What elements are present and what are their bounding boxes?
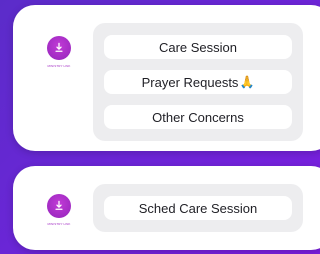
- top-avatar-wrap: MINISTRY LINK: [39, 36, 79, 68]
- bottom-options-box: Sched Care Session: [93, 184, 303, 232]
- top-card: MINISTRY LINK Care Session Prayer Reques…: [13, 5, 320, 151]
- bottom-avatar-wrap: MINISTRY LINK: [39, 194, 79, 226]
- option-label: Prayer Requests: [141, 74, 239, 90]
- top-options-box: Care Session Prayer Requests 🙏 Other Con…: [93, 23, 303, 141]
- option-label: Other Concerns: [152, 109, 244, 125]
- option-label: Care Session: [158, 39, 238, 55]
- praying-hands-icon: 🙏: [239, 75, 255, 89]
- option-sched-care-session[interactable]: Sched Care Session: [104, 196, 292, 220]
- option-care-session[interactable]: Care Session: [104, 35, 292, 59]
- option-prayer-requests[interactable]: Prayer Requests 🙏: [104, 70, 292, 94]
- download-icon: [55, 200, 63, 210]
- avatar-caption: MINISTRY LINK: [47, 222, 71, 226]
- avatar: [47, 194, 71, 218]
- avatar: [47, 36, 71, 60]
- option-label: Sched Care Session: [138, 200, 258, 216]
- download-icon: [55, 42, 63, 52]
- option-other-concerns[interactable]: Other Concerns: [104, 105, 292, 129]
- bottom-card: MINISTRY LINK Sched Care Session: [13, 166, 320, 250]
- avatar-caption: MINISTRY LINK: [47, 64, 71, 68]
